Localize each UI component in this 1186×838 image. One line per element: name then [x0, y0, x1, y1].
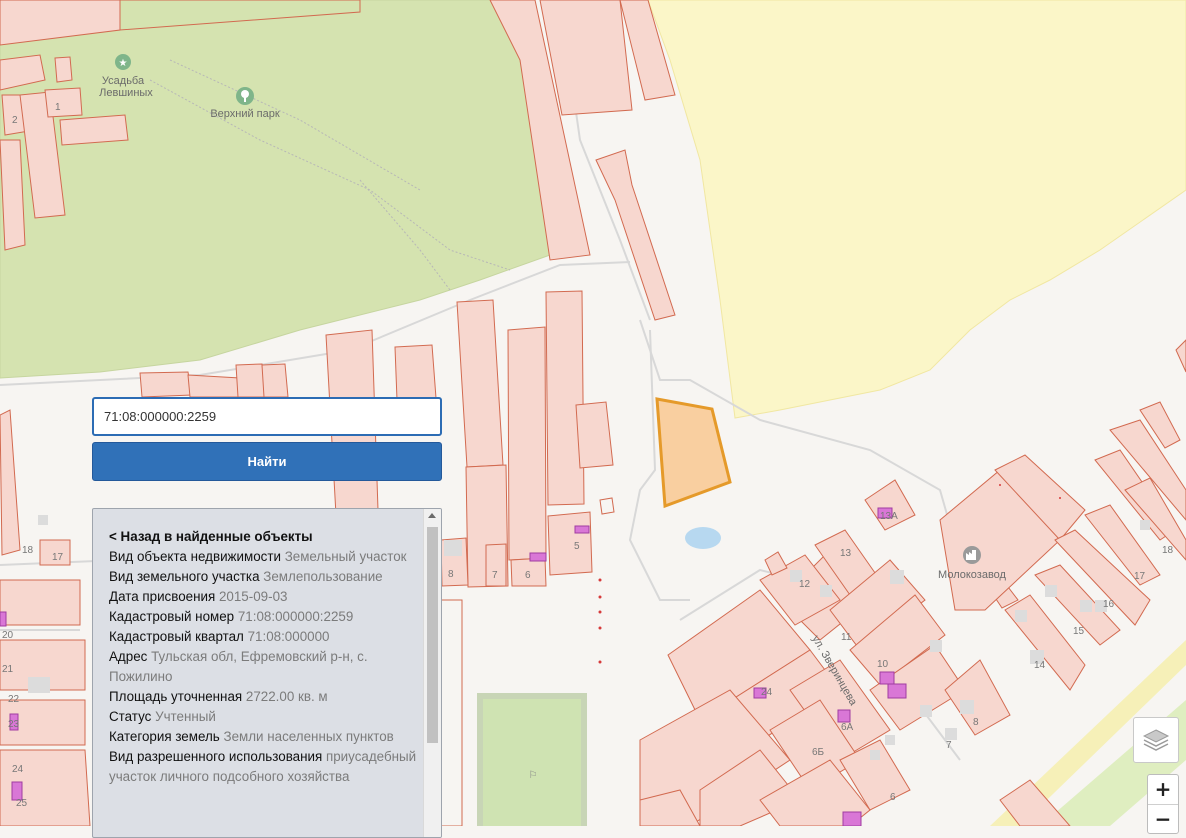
parcel-number: 7 — [492, 570, 498, 581]
stadium-icon: ⚐ — [529, 770, 538, 781]
parcel-number: 15 — [1073, 626, 1085, 637]
info-row-permitted-use: Вид разрешенного использования приусадеб… — [109, 747, 419, 787]
parcel-number: 17 — [52, 552, 64, 563]
parcel-number: 6А — [841, 722, 854, 733]
info-label: Вид земельного участка — [109, 569, 260, 584]
cadastral-search-input[interactable] — [92, 397, 442, 436]
dairy-label: Молокозавод — [938, 569, 1007, 581]
parcel-number: 2 — [12, 115, 18, 126]
info-label: Вид объекта недвижимости — [109, 549, 281, 564]
parcel-number: 6 — [525, 570, 531, 581]
parcel-number: 8 — [448, 569, 454, 580]
info-label: Категория земель — [109, 729, 220, 744]
info-label: Адрес — [109, 649, 148, 664]
parcel-number: 17 — [1134, 571, 1146, 582]
info-value: Тульская обл, Ефремовский р-н, с. Пожили… — [109, 649, 368, 684]
svg-text:★: ★ — [119, 58, 128, 69]
layers-button[interactable] — [1133, 717, 1179, 763]
parcel-number: 13А — [880, 511, 898, 522]
factory-icon — [963, 546, 981, 564]
info-row-address: Адрес Тульская обл, Ефремовский р-н, с. … — [109, 647, 419, 687]
info-row-status: Статус Учтенный — [109, 707, 419, 727]
estate-star-icon: ★ — [115, 54, 131, 70]
info-scrollbar[interactable] — [423, 509, 441, 837]
parcel-number: 12 — [799, 579, 811, 590]
park-label: Верхний парк — [210, 108, 280, 120]
info-label: Дата присвоения — [109, 589, 216, 604]
parcel-number: 6 — [890, 792, 896, 803]
info-row-parcel-type: Вид земельного участка Землепользование — [109, 567, 419, 587]
parcel-number: 18 — [1162, 545, 1174, 556]
info-row-assignment-date: Дата присвоения 2015-09-03 — [109, 587, 419, 607]
svg-text:⚐: ⚐ — [529, 770, 538, 781]
parcel-number: 8 — [973, 717, 979, 728]
info-row-area: Площадь уточненная 2722.00 кв. м — [109, 687, 419, 707]
parcel-number: 16 — [1103, 599, 1115, 610]
parcel-number: 25 — [16, 798, 28, 809]
estate-label-line1: Усадьба — [102, 75, 145, 87]
search-panel: Найти — [92, 397, 442, 481]
parcel-number: 5 — [574, 541, 580, 552]
find-button[interactable]: Найти — [92, 442, 442, 481]
object-info-panel: < Назад в найденные объекты Вид объекта … — [92, 508, 442, 838]
zoom-control: + − — [1147, 774, 1179, 834]
parcel-number: 20 — [2, 630, 14, 641]
object-info-content: < Назад в найденные объекты Вид объекта … — [109, 527, 419, 787]
parcel-number: 7 — [946, 740, 952, 751]
layers-icon — [1142, 729, 1170, 751]
info-row-cadastral-quarter: Кадастровый квартал 71:08:000000 — [109, 627, 419, 647]
info-value: Земли населенных пунктов — [223, 729, 394, 744]
info-value: Землепользование — [263, 569, 383, 584]
parcel-number: 21 — [2, 664, 14, 675]
zoom-in-button[interactable]: + — [1148, 775, 1178, 804]
scroll-thumb[interactable] — [427, 527, 438, 743]
zoom-out-button[interactable]: − — [1148, 804, 1178, 833]
info-value: Земельный участок — [284, 549, 407, 564]
scroll-up-arrow-icon[interactable] — [428, 513, 436, 518]
parcel-number: 1 — [55, 102, 61, 113]
info-row-land-category: Категория земель Земли населенных пункто… — [109, 727, 419, 747]
sports-field — [477, 693, 587, 826]
info-row-object-type: Вид объекта недвижимости Земельный участ… — [109, 547, 419, 567]
info-label: Кадастровый квартал — [109, 629, 244, 644]
parcel-number: 6Б — [812, 747, 825, 758]
info-value: 71:08:000000:2259 — [237, 609, 354, 624]
info-label: Вид разрешенного использования — [109, 749, 323, 764]
parcel-number: 22 — [8, 694, 20, 705]
info-value: 2015-09-03 — [218, 589, 288, 604]
info-label: Статус — [109, 709, 152, 724]
info-value: 71:08:000000 — [247, 629, 330, 644]
info-value: Учтенный — [155, 709, 216, 724]
parcel-number: 18 — [22, 545, 34, 556]
info-value: 2722.00 кв. м — [245, 689, 328, 704]
parcel-number: 24 — [761, 687, 773, 698]
parcel-number: 24 — [12, 764, 24, 775]
back-to-results-link[interactable]: < Назад в найденные объекты — [109, 527, 419, 547]
info-label: Кадастровый номер — [109, 609, 235, 624]
pond — [685, 527, 721, 549]
park-tree-icon — [236, 87, 254, 105]
parcel-number: 10 — [877, 659, 889, 670]
parcel-number: 23 — [8, 719, 20, 730]
parcel-number: 14 — [1034, 660, 1046, 671]
parcel-number: 13 — [840, 548, 852, 559]
parcel-number: 11 — [841, 632, 852, 643]
estate-label-line2: Левшиных — [99, 87, 153, 99]
info-label: Площадь уточненная — [109, 689, 243, 704]
info-row-cadastral-number: Кадастровый номер 71:08:000000:2259 — [109, 607, 419, 627]
